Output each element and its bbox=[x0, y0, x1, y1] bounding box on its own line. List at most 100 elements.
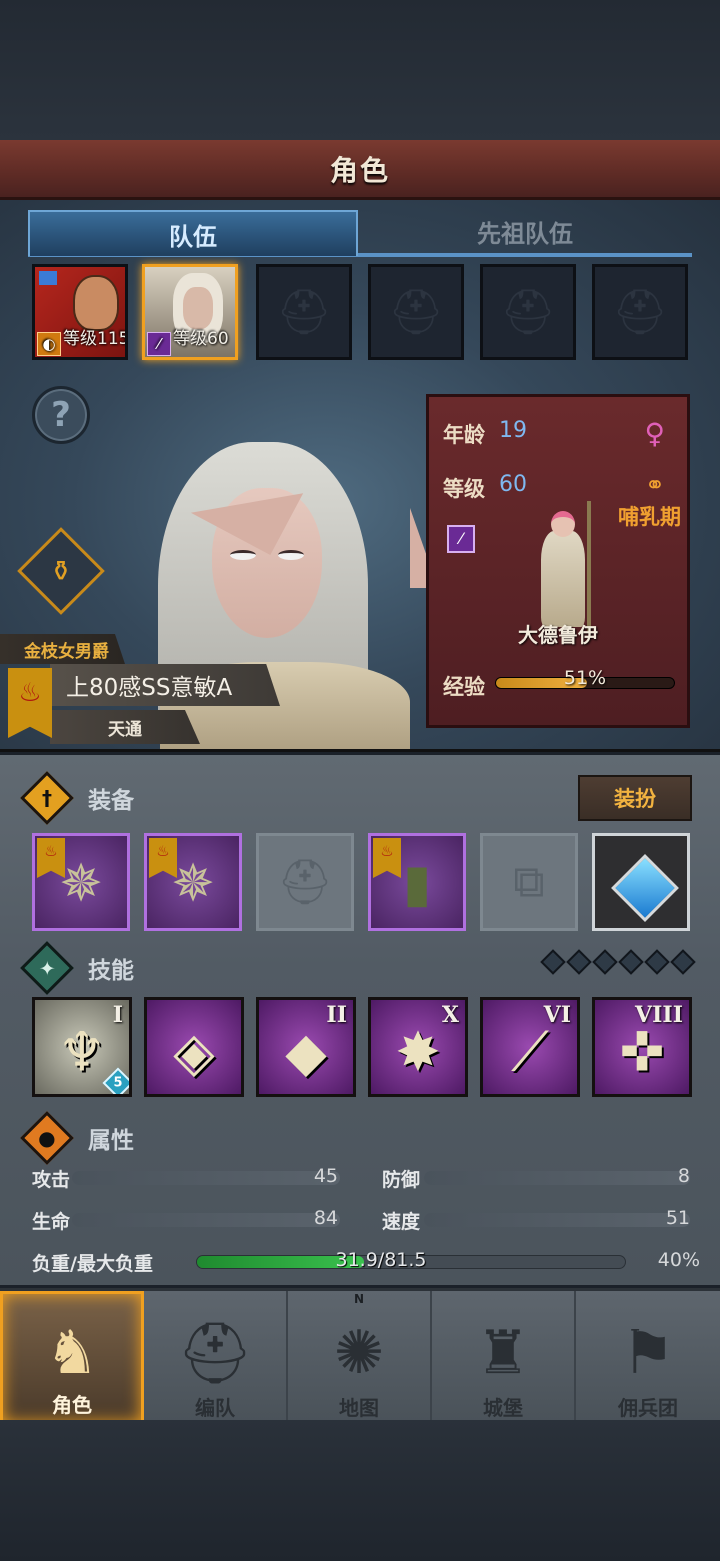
hero-portrait bbox=[73, 275, 119, 331]
fire-banner-icon: ♨ bbox=[8, 668, 52, 738]
speed-value: 51 bbox=[665, 1207, 690, 1229]
class-figure bbox=[531, 501, 591, 631]
equip-slot-armor[interactable]: ♨ ▮ bbox=[368, 833, 466, 931]
nav-character[interactable]: ♞ 角色 bbox=[0, 1291, 144, 1425]
party-slot-2[interactable]: ⁄ 等级60 bbox=[142, 264, 238, 360]
crystal-arm-icon: ◆ bbox=[285, 1020, 327, 1084]
nav-label: 角色 bbox=[52, 1393, 92, 1417]
empty-helmet-icon: ⛑ bbox=[277, 857, 333, 908]
skill-point-diamond bbox=[540, 949, 566, 975]
sword-icon: † bbox=[20, 771, 74, 825]
mace-icon: ✵ bbox=[171, 853, 215, 914]
class-name: 大德鲁伊 bbox=[518, 623, 598, 647]
level-label: 等级 bbox=[443, 477, 485, 501]
empty-helmet-icon: ⛑ bbox=[612, 287, 668, 338]
equip-slot-helmet[interactable]: ⛑ bbox=[256, 833, 354, 931]
empty-boots-icon: ⧉ bbox=[513, 856, 545, 908]
skill-rank: II bbox=[326, 1002, 347, 1028]
top-background bbox=[0, 0, 720, 140]
character-name[interactable]: 上80感SS意敏A bbox=[50, 664, 280, 706]
life-stage: 哺乳期 bbox=[618, 505, 681, 529]
staff-icon: ⁄ bbox=[147, 332, 171, 356]
defense-label: 防御 bbox=[382, 1169, 421, 1191]
star-icon: ✦ bbox=[20, 941, 74, 995]
skill-slot-5[interactable]: ⟋ VI bbox=[480, 997, 580, 1097]
skill-point-diamond bbox=[592, 949, 618, 975]
fur-coat-icon: ▮ bbox=[402, 853, 432, 914]
party-slot-1[interactable]: ◐ 等级115 bbox=[32, 264, 128, 360]
attack-value: 45 bbox=[313, 1165, 338, 1187]
staff-icon: ⁄ bbox=[447, 525, 475, 553]
skill-point-diamond bbox=[670, 949, 696, 975]
level-value: 60 bbox=[499, 472, 527, 497]
nav-map[interactable]: ✺ 地图 bbox=[288, 1291, 432, 1425]
skill-rank: VIII bbox=[635, 1002, 683, 1028]
attributes-header: ● 属性 bbox=[20, 1111, 134, 1165]
load-percent: 40% bbox=[657, 1249, 700, 1271]
character-panel: 队伍 先祖队伍 ◐ 等级115 ⁄ 等级60 ⛑ ⛑ ⛑ ⛑ ? ⚱ 年龄 19 ♀… bbox=[0, 200, 720, 752]
load-value: 31.9/81.5 bbox=[335, 1249, 427, 1271]
team-tabs: 队伍 先祖队伍 bbox=[28, 210, 692, 257]
party-level: 等级115 bbox=[63, 329, 128, 349]
title-bar: 角色 bbox=[0, 140, 720, 200]
party-level: 等级60 bbox=[173, 329, 229, 349]
bottom-nav: ♞ 角色 ⛑ 编队 ✺ 地图 ♜ 城堡 ⚑ 佣兵团 bbox=[0, 1288, 720, 1425]
equip-slot-offhand[interactable]: ♨ ✵ bbox=[144, 833, 242, 931]
heart-amulet-icon bbox=[611, 854, 679, 922]
holy-cross-icon: ✜ bbox=[619, 1020, 665, 1084]
female-icon: ♀ bbox=[644, 417, 665, 450]
dress-up-button[interactable]: 装扮 bbox=[578, 775, 692, 821]
equip-slot-boots[interactable]: ⧉ bbox=[480, 833, 578, 931]
ring-icon: ⚭ bbox=[644, 471, 665, 499]
skill-charge-badge: 5 bbox=[102, 1067, 129, 1094]
age-value: 19 bbox=[499, 418, 527, 443]
help-button[interactable]: ? bbox=[32, 386, 90, 444]
empty-helmet-icon: ⛑ bbox=[276, 287, 332, 338]
skill-slot-2[interactable]: ◈ bbox=[144, 997, 244, 1097]
mace-icon: ✵ bbox=[59, 853, 103, 914]
party-slot-4[interactable]: ⛑ bbox=[368, 264, 464, 360]
warrior-helm-icon: ⛑ bbox=[176, 1318, 254, 1389]
attack-label: 攻击 bbox=[32, 1169, 71, 1191]
character-trait: 天通 bbox=[50, 710, 200, 744]
party-slot-5[interactable]: ⛑ bbox=[480, 264, 576, 360]
skill-slot-3[interactable]: ◆ II bbox=[256, 997, 356, 1097]
equipment-title: 装备 bbox=[88, 788, 134, 814]
nav-label: 编队 bbox=[195, 1396, 235, 1420]
tab-team[interactable]: 队伍 bbox=[28, 210, 358, 256]
attributes-title: 属性 bbox=[88, 1128, 134, 1154]
skills-title: 技能 bbox=[88, 958, 134, 984]
noble-title: 金枝女男爵 bbox=[0, 634, 125, 664]
nav-mercenary[interactable]: ⚑ 佣兵团 bbox=[576, 1291, 720, 1425]
equip-slot-weapon[interactable]: ♨ ✵ bbox=[32, 833, 130, 931]
skill-rank: VI bbox=[543, 1002, 571, 1028]
defense-value: 8 bbox=[677, 1165, 690, 1187]
nav-label: 地图 bbox=[339, 1396, 379, 1420]
burst-icon: ✸ bbox=[395, 1020, 441, 1084]
skill-point-diamond bbox=[644, 949, 670, 975]
compass-north-label: N bbox=[354, 1292, 365, 1306]
skill-point-diamond bbox=[618, 949, 644, 975]
hp-value: 84 bbox=[313, 1207, 338, 1229]
skill-slot-4[interactable]: ✸ X bbox=[368, 997, 468, 1097]
potion-icon: ⚱ bbox=[49, 554, 73, 588]
party-slot-6[interactable]: ⛑ bbox=[592, 264, 688, 360]
crystal-tornado-icon: ◈ bbox=[173, 1020, 215, 1084]
skill-slot-6[interactable]: ✜ VIII bbox=[592, 997, 692, 1097]
nav-formation[interactable]: ⛑ 编队 bbox=[144, 1291, 288, 1425]
skill-slot-1[interactable]: ♆ I 5 bbox=[32, 997, 132, 1097]
nav-label: 佣兵团 bbox=[618, 1396, 678, 1420]
age-label: 年龄 bbox=[443, 423, 485, 447]
equip-slot-amulet[interactable] bbox=[592, 833, 690, 931]
skill-point-indicators bbox=[540, 949, 696, 975]
nav-label: 城堡 bbox=[483, 1396, 523, 1420]
compass-map-icon: ✺ bbox=[333, 1317, 385, 1388]
potion-button[interactable]: ⚱ bbox=[17, 527, 105, 615]
details-panel: † 装备 装扮 ♨ ✵ ♨ ✵ ⛑ ♨ ▮ ⧉ ✦ 技能 ♆ I 5 ◈ ◆ I… bbox=[0, 755, 720, 1285]
skill-rank: I bbox=[112, 1002, 123, 1028]
hp-label: 生命 bbox=[32, 1211, 71, 1233]
nav-castle[interactable]: ♜ 城堡 bbox=[432, 1291, 576, 1425]
tab-ancestor-team[interactable]: 先祖队伍 bbox=[358, 210, 692, 256]
speed-label: 速度 bbox=[382, 1211, 421, 1233]
party-slot-3[interactable]: ⛑ bbox=[256, 264, 352, 360]
